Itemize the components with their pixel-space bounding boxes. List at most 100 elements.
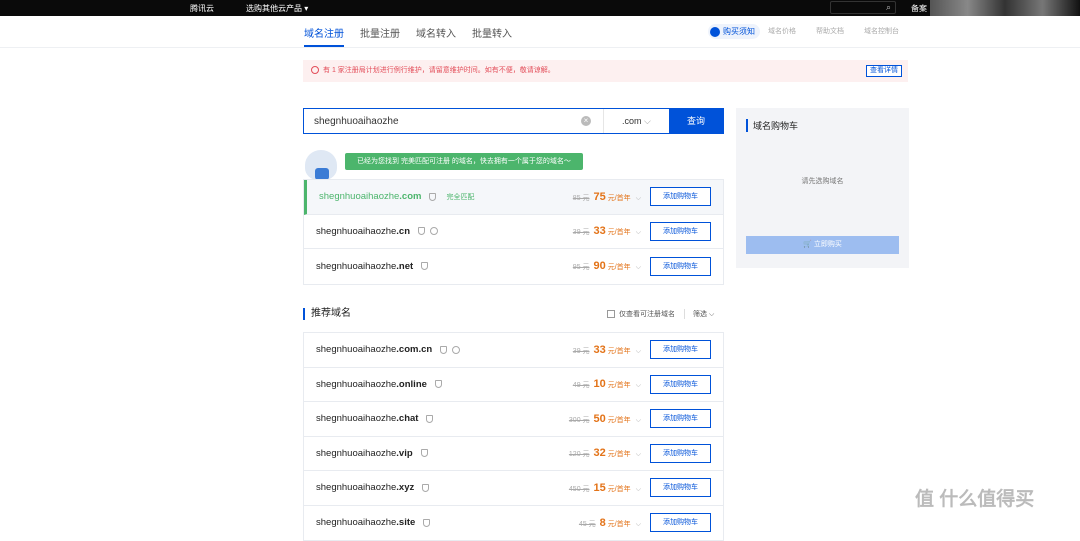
original-price: 85 元 [572,194,590,202]
current-price: 90 [593,260,606,273]
domain-name: shegnhuoaihaozhe.xyz [316,482,430,494]
cart-title: 域名购物车 [746,119,798,132]
buy-now-button[interactable]: 🛒 立即购买 [746,236,899,254]
chevron-down-icon[interactable]: ⌵ [636,195,641,202]
chevron-down-icon[interactable]: ⌵ [636,382,641,389]
domain-tld: .com.cn [396,344,433,356]
original-price: 49 元 [572,382,590,390]
cart-empty-text: 请先选购域名 [801,178,844,185]
info-icon[interactable] [430,227,439,236]
shield-icon[interactable] [429,192,437,201]
domain-search: × .com ⌵ 查询 [303,108,724,134]
shield-icon[interactable] [426,414,434,423]
view-details-button[interactable]: 查看详情 [866,65,902,77]
current-price: 33 [593,343,606,356]
domain-base: shegnhuoaihaozhe [316,344,397,356]
info-icon[interactable] [452,345,461,354]
price-unit: 元/首年 [607,194,631,202]
filter-dropdown[interactable]: 筛选 ⌵ [684,309,714,319]
price: 39 元 33 元/首年 ⌵ [573,225,641,237]
domain-search-input[interactable] [304,109,581,133]
beian-link[interactable]: 备案 [911,3,927,14]
shield-icon[interactable] [422,483,430,492]
buy-notice-button[interactable]: 购买须知 [708,24,760,39]
domain-name: shegnhuoaihaozhe.vip [316,448,428,459]
domain-base: shegnhuoaihaozhe [316,225,397,237]
chevron-down-icon[interactable]: ⌵ [636,521,641,528]
domain-row: shegnhuoaihaozhe.online 49 元 10 元/首年 ⌵ 添加购物车 [304,368,723,402]
original-price: 45 元 [578,520,596,528]
add-to-cart-button[interactable]: 添加购物车 [650,513,711,533]
account-area[interactable] [930,0,1080,16]
chevron-down-icon[interactable]: ⌵ [636,229,641,236]
main-nav: 域名注册 批量注册 域名转入 批量转入 购买须知 域名价格 帮助文档 域名控制台 [0,16,1080,48]
tencent-cloud-logo[interactable]: 腾讯云 [190,3,214,14]
global-search[interactable]: ⌕ [830,1,896,14]
domain-console-link[interactable]: 域名控制台 [864,26,899,36]
price: 39 元 33 元/首年 ⌵ [573,344,641,356]
shield-icon[interactable] [418,227,426,236]
original-price: 39 元 [572,229,590,237]
domain-base: shegnhuoaihaozhe [316,413,397,425]
query-button[interactable]: 查询 [669,109,723,133]
shield-icon[interactable] [420,449,428,458]
recommended-list: shegnhuoaihaozhe.com.cn 39 元 33 元/首年 ⌵ 添加购物车… [303,332,724,541]
shield-icon[interactable] [423,518,431,527]
current-price: 10 [593,378,606,391]
help-docs-link[interactable]: 帮助文档 [816,26,844,36]
domain-price-link[interactable]: 域名价格 [768,26,796,36]
clear-icon[interactable]: × [581,116,591,126]
price-unit: 元/首年 [607,485,631,493]
chevron-down-icon[interactable]: ⌵ [636,451,641,458]
tab-batch-transfer[interactable]: 批量转入 [472,25,512,40]
watermark: 值 什么值得买 [915,489,1035,510]
suffix-select[interactable]: .com ⌵ [603,109,669,133]
domain-name: shegnhuoaihaozhe.net [316,260,429,272]
price: 85 元 75 元/首年 ⌵ [573,191,641,203]
domain-tld: .vip [396,447,413,459]
add-to-cart-button[interactable]: 添加购物车 [650,221,711,241]
domain-row: shegnhuoaihaozhe.vip 120 元 32 元/首年 ⌵ 添加购物车 [304,437,723,471]
cart-panel: 域名购物车 请先选购域名 🛒 立即购买 [736,108,909,268]
price-unit: 元/首年 [607,382,631,390]
suffix-value: .com [622,116,642,126]
products-menu[interactable]: 选购其他云产品 ▾ [246,3,308,14]
chevron-down-icon[interactable]: ⌵ [636,417,641,424]
tab-domain-transfer[interactable]: 域名转入 [416,25,456,40]
top-bar: 腾讯云 选购其他云产品 ▾ ⌕ 备案 [0,0,1080,16]
domain-row: shegnhuoaihaozhe.net 95 元 90 元/首年 ⌵ 添加购物车 [304,249,723,284]
price: 300 元 50 元/首年 ⌵ [569,413,641,425]
add-to-cart-button[interactable]: 添加购物车 [650,187,711,207]
domain-name: shegnhuoaihaozhe.cn [316,225,439,237]
domain-base: shegnhuoaihaozhe [316,482,397,494]
only-registrable-label: 仅查看可注册域名 [619,311,675,318]
only-registrable-checkbox[interactable]: 仅查看可注册域名 [607,309,675,319]
domain-tld: .net [396,260,414,272]
price-unit: 元/首年 [607,229,631,237]
add-to-cart-button[interactable]: 添加购物车 [650,478,711,498]
chevron-down-icon: ⌵ [644,116,651,126]
tab-batch-register[interactable]: 批量注册 [360,25,400,40]
tab-domain-register[interactable]: 域名注册 [304,25,344,47]
original-price: 95 元 [572,264,590,272]
alert-text: 有 1 家注册局计划进行例行维护，请留意维护时间。如有不便，敬请谅解。 [323,67,555,74]
original-price: 120 元 [568,451,590,459]
domain-base: shegnhuoaihaozhe [316,517,397,529]
add-to-cart-button[interactable]: 添加购物车 [650,443,711,463]
chevron-down-icon[interactable]: ⌵ [636,486,641,493]
add-to-cart-button[interactable]: 添加购物车 [650,374,711,394]
domain-row: shegnhuoaihaozhe.com 完全匹配 85 元 75 元/首年 ⌵ 添加购物… [304,180,723,215]
domain-tld: .xyz [396,482,415,494]
price-unit: 元/首年 [607,264,631,272]
add-to-cart-button[interactable]: 添加购物车 [650,256,711,276]
domain-tld: .chat [396,413,419,425]
shield-icon[interactable] [440,345,448,354]
shield-icon[interactable] [434,380,442,389]
chevron-down-icon[interactable]: ⌵ [636,348,641,355]
add-to-cart-button[interactable]: 添加购物车 [650,409,711,429]
domain-base: shegnhuoaihaozhe [316,378,397,390]
shield-icon[interactable] [421,262,429,271]
chevron-down-icon[interactable]: ⌵ [636,264,641,271]
price: 45 元8 元/首年 ⌵ [579,517,641,529]
add-to-cart-button[interactable]: 添加购物车 [650,340,711,360]
